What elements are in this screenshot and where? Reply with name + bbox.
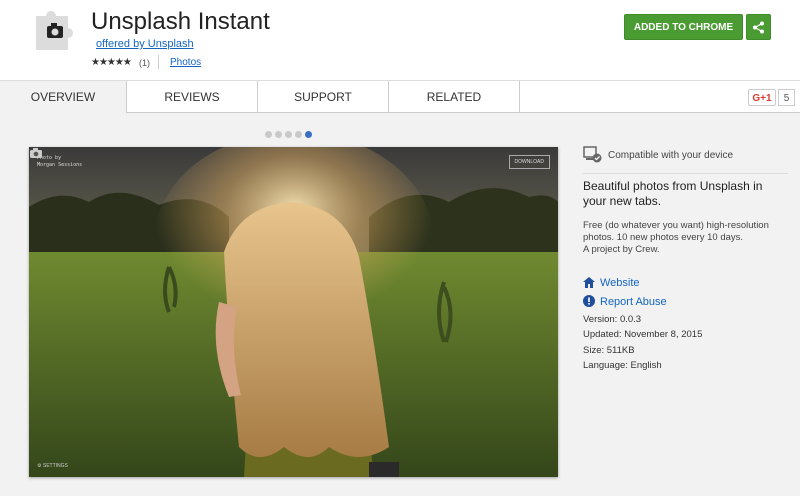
tab-overview[interactable]: OVERVIEW [0,81,127,114]
long-description: Free (do whatever you want) high-resolut… [583,220,769,243]
google-plus-one-button[interactable]: G+1 [748,89,776,106]
offered-by-link[interactable]: offered by Unsplash [96,38,194,50]
settings-link[interactable]: ⚙ SETTINGS [37,463,68,469]
credit-label: Photo by [37,155,62,161]
carousel-dot[interactable] [265,131,272,138]
carousel-dot[interactable] [285,131,292,138]
camera-icon [30,148,42,158]
alert-icon [583,295,595,307]
divider [583,173,788,174]
screenshot-photo [29,147,558,477]
description-credit: A project by Crew. [583,244,660,255]
extension-puzzle-icon [36,11,73,50]
extension-title: Unsplash Instant [91,8,270,35]
rating-stars[interactable]: ★★★★★ [91,57,132,68]
compatibility-row: Compatible with your device [583,146,788,176]
device-check-icon [583,146,602,163]
carousel-dot[interactable] [305,131,312,138]
carousel-dots [265,125,315,143]
google-plus-count: 5 [778,89,795,106]
credit-author: Morgan Sessions [37,162,83,168]
report-abuse-link[interactable]: Report Abuse [583,295,667,308]
report-abuse-label: Report Abuse [600,296,667,308]
carousel-dot[interactable] [295,131,302,138]
website-label: Website [600,277,640,289]
carousel-dot[interactable] [275,131,282,138]
tab-support[interactable]: SUPPORT [258,81,389,113]
extension-screenshot[interactable]: Photo by Morgan Sessions DOWNLOAD ⚙ SETT… [29,147,558,477]
tab-reviews[interactable]: REVIEWS [127,81,258,113]
language-info: Language: English [583,360,662,371]
photo-credit: Photo by Morgan Sessions [37,155,82,169]
rating-count: (1) [139,58,150,68]
share-icon [753,21,764,34]
download-button[interactable]: DOWNLOAD [508,155,550,169]
size-info: Size: 511KB [583,345,635,356]
tab-related[interactable]: RELATED [389,81,520,113]
divider [158,55,159,69]
category-link[interactable]: Photos [170,57,201,68]
home-icon [583,277,595,288]
added-to-chrome-button[interactable]: ADDED TO CHROME [624,14,743,40]
updated-info: Updated: November 8, 2015 [583,329,703,340]
short-description: Beautiful photos from Unsplash in your n… [583,179,763,208]
version-info: Version: 0.0.3 [583,314,642,325]
header: Unsplash Instant offered by Unsplash ★★★… [0,0,800,80]
settings-label: SETTINGS [42,463,68,469]
website-link[interactable]: Website [583,277,640,289]
share-button[interactable] [746,14,771,40]
tab-bar: OVERVIEW REVIEWS SUPPORT RELATED G+1 5 [0,80,800,114]
compatibility-text: Compatible with your device [608,150,734,161]
